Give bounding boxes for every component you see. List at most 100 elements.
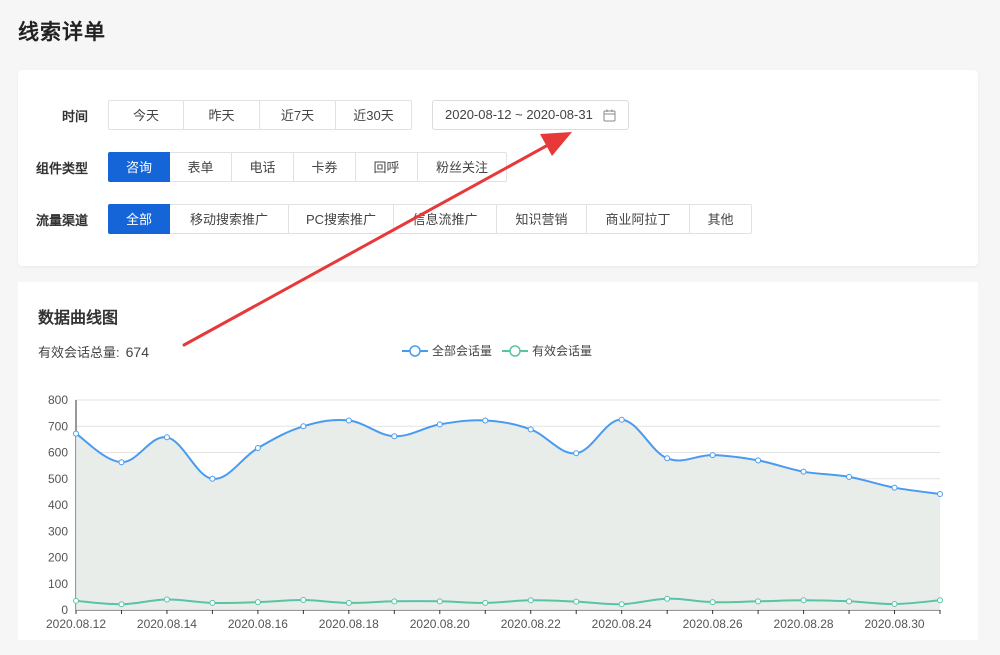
series-all-point: [254, 445, 261, 452]
series-valid-point: [846, 598, 853, 605]
time-option-7days[interactable]: 近7天: [259, 100, 336, 130]
time-quick-options: 今天 昨天 近7天 近30天: [108, 100, 412, 130]
y-tick-label: 300: [48, 524, 68, 538]
series-valid-point: [573, 598, 580, 605]
chart-panel: 0 100 200 300 400 500 600 700 800 2020.08.12 2020.…: [18, 282, 978, 640]
time-filter-row: 时间 今天 昨天 近7天 近30天 2020-08-12 ~ 2020-08-3…: [18, 100, 629, 130]
date-range-value: 2020-08-12 ~ 2020-08-31: [445, 107, 593, 122]
series-all-area: [76, 419, 940, 610]
legend-marker-valid: [502, 344, 529, 357]
y-tick-label: 700: [48, 419, 68, 433]
component-option-form[interactable]: 表单: [169, 152, 232, 182]
series-all-point: [436, 421, 443, 428]
traffic-channel-options: 全部 移动搜索推广 PC搜索推广 信息流推广 知识营销 商业阿拉丁 其他: [108, 204, 752, 234]
channel-option-aladdin[interactable]: 商业阿拉丁: [586, 204, 690, 234]
x-tick-label: 2020.08.22: [501, 617, 561, 631]
channel-option-knowledge[interactable]: 知识营销: [496, 204, 587, 234]
series-valid-point: [209, 599, 216, 606]
y-tick-label: 500: [48, 472, 68, 486]
series-all-point: [300, 423, 307, 430]
component-filter-row: 组件类型 咨询 表单 电话 卡券 回呼 粉丝关注: [18, 152, 507, 182]
legend-label-all: 全部会话量: [432, 344, 493, 358]
component-filter-label: 组件类型: [35, 160, 88, 176]
y-tick-label: 200: [48, 551, 68, 565]
y-tick-label: 100: [48, 577, 68, 591]
series-all-point: [73, 430, 79, 437]
series-all-point: [709, 452, 716, 459]
series-valid-point: [118, 601, 125, 608]
page-title: 线索详单: [18, 21, 106, 44]
channel-option-pc-search[interactable]: PC搜索推广: [288, 204, 394, 234]
x-tick-label: 2020.08.24: [592, 617, 652, 631]
series-all-point: [891, 484, 898, 491]
series-all-point: [345, 417, 352, 424]
channel-filter-label: 流量渠道: [35, 212, 88, 228]
series-all-point: [846, 473, 853, 480]
series-valid-point: [800, 597, 807, 604]
channel-option-other[interactable]: 其他: [689, 204, 752, 234]
legend-item-valid[interactable]: 有效会话量: [502, 342, 592, 359]
series-valid-point: [163, 596, 170, 603]
series-all-point: [527, 426, 534, 433]
series-all-point: [755, 457, 762, 464]
series-valid-point: [391, 598, 398, 605]
series-all-point: [800, 468, 807, 475]
component-option-fans[interactable]: 粉丝关注: [417, 152, 507, 182]
component-option-phone[interactable]: 电话: [231, 152, 294, 182]
x-tick-label: 2020.08.14: [137, 617, 197, 631]
x-tick-label: 2020.08.28: [774, 617, 834, 631]
series-all-point: [573, 450, 580, 457]
series-valid-point: [482, 599, 489, 606]
series-valid-point: [709, 599, 716, 606]
line-chart: 0 100 200 300 400 500 600 700 800 2020.08.12 2020.…: [46, 393, 943, 631]
y-tick-label: 0: [61, 603, 68, 617]
series-all-point: [209, 475, 216, 482]
date-range-picker[interactable]: 2020-08-12 ~ 2020-08-31: [432, 100, 629, 130]
x-tick-label: 2020.08.18: [319, 617, 379, 631]
series-all-point: [163, 434, 170, 441]
series-valid-point: [618, 601, 625, 608]
channel-option-feed[interactable]: 信息流推广: [393, 204, 497, 234]
chart-legend: 全部会话量 有效会话量: [402, 342, 602, 359]
series-all-point: [618, 416, 625, 423]
series-valid-point: [527, 597, 534, 604]
series-all-point: [482, 417, 489, 424]
series-valid-point: [254, 599, 261, 606]
chart-title: 数据曲线图: [38, 310, 119, 327]
total-value: 674: [125, 344, 149, 360]
component-option-coupon[interactable]: 卡券: [293, 152, 356, 182]
series-valid-point: [73, 597, 79, 604]
x-tick-label: 2020.08.26: [683, 617, 743, 631]
calendar-icon: [603, 109, 616, 122]
series-all-point: [664, 455, 671, 462]
component-option-consult[interactable]: 咨询: [108, 152, 170, 182]
y-tick-label: 800: [48, 393, 68, 407]
time-option-30days[interactable]: 近30天: [335, 100, 412, 130]
y-tick-label: 400: [48, 498, 68, 512]
legend-marker-all: [402, 344, 428, 357]
legend-label-valid: 有效会话量: [532, 344, 593, 358]
series-valid-point: [891, 600, 898, 607]
series-valid-point: [436, 598, 443, 605]
series-all-point: [391, 433, 398, 440]
series-valid-point: [937, 597, 943, 604]
channel-option-mobile-search[interactable]: 移动搜索推广: [169, 204, 289, 234]
time-option-today[interactable]: 今天: [108, 100, 184, 130]
channel-option-all[interactable]: 全部: [108, 204, 170, 234]
series-valid-point: [755, 598, 762, 605]
series-all-point: [118, 459, 125, 466]
time-option-yesterday[interactable]: 昨天: [183, 100, 260, 130]
series-valid-point: [664, 595, 671, 602]
component-option-callback[interactable]: 回呼: [355, 152, 418, 182]
valid-session-total: 有效会话总量: 674: [38, 342, 149, 361]
x-tick-label: 2020.08.30: [864, 617, 924, 631]
x-tick-label: 2020.08.16: [228, 617, 288, 631]
total-label: 有效会话总量:: [38, 345, 120, 360]
x-tick-label: 2020.08.20: [410, 617, 470, 631]
series-valid-point: [300, 597, 307, 604]
legend-item-all[interactable]: 全部会话量: [402, 342, 492, 359]
series-valid-point: [345, 599, 352, 606]
series-all-point: [937, 490, 943, 497]
time-filter-label: 时间: [61, 108, 88, 124]
filter-panel: 时间 今天 昨天 近7天 近30天 2020-08-12 ~ 2020-08-3…: [18, 70, 978, 266]
